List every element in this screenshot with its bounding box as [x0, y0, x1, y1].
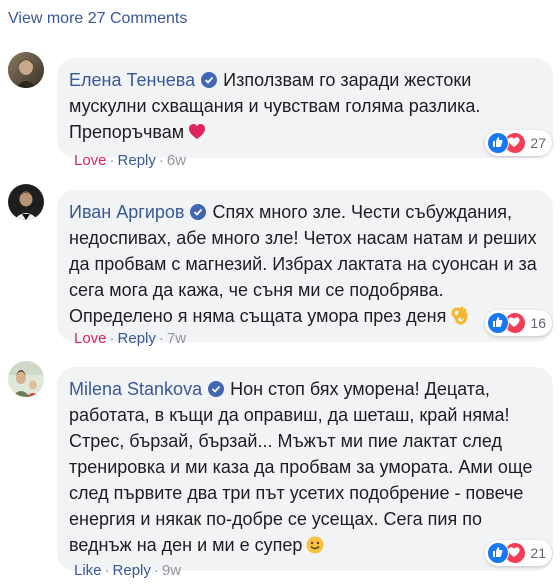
reaction-count: 21 — [530, 545, 546, 561]
verified-badge-icon — [190, 204, 207, 220]
love-reaction-link[interactable]: Love — [74, 330, 107, 347]
smile-emoji-icon — [306, 535, 324, 561]
comment-author[interactable]: Иван Аргиров — [69, 202, 184, 222]
view-more-comments-link[interactable]: View more 27 Comments — [8, 10, 187, 28]
comment-options-icon[interactable]: ⋮ — [556, 66, 560, 82]
like-reaction-icon — [487, 312, 510, 334]
reply-link[interactable]: Reply — [113, 562, 151, 579]
comment-time[interactable]: 7w — [167, 330, 186, 347]
comment-text: Нон стоп бях уморена! Децата, работата, … — [69, 379, 533, 555]
reaction-summary[interactable]: 27 — [485, 130, 552, 156]
reaction-count: 16 — [530, 315, 546, 331]
verified-badge-icon — [201, 72, 218, 88]
heart-emoji-icon — [188, 122, 206, 148]
comment-author[interactable]: Milena Stankova — [69, 379, 202, 399]
like-reaction-icon — [487, 132, 510, 154]
comment-time[interactable]: 9w — [162, 562, 181, 579]
comment-time[interactable]: 6w — [167, 152, 186, 169]
love-reaction-link[interactable]: Love — [74, 152, 107, 169]
comment-actions: Love · Reply · 6w — [74, 152, 187, 169]
like-reaction-link[interactable]: Like — [74, 562, 102, 579]
ok-hand-emoji-icon — [450, 305, 468, 332]
reaction-summary[interactable]: 21 — [485, 540, 552, 566]
avatar[interactable] — [8, 52, 44, 88]
comment-bubble: Елена Тенчева Използвам го заради жестоки… — [57, 58, 553, 158]
verified-badge-icon — [208, 381, 225, 397]
reaction-summary[interactable]: 16 — [485, 310, 552, 336]
comment-author[interactable]: Елена Тенчева — [69, 70, 195, 90]
comment-actions: Love · Reply · 7w — [74, 330, 187, 347]
reaction-count: 27 — [530, 135, 546, 151]
avatar[interactable] — [8, 361, 44, 397]
avatar[interactable] — [8, 184, 44, 220]
comment-actions: Like · Reply · 9w — [74, 562, 182, 579]
reply-link[interactable]: Reply — [118, 152, 156, 169]
comment-bubble: Иван Аргиров Спях много зле. Чести събужд… — [57, 190, 553, 342]
like-reaction-icon — [487, 542, 510, 564]
comment-bubble: Milena Stankova Нон стоп бях уморена! Дец… — [57, 367, 553, 571]
reply-link[interactable]: Reply — [118, 330, 156, 347]
